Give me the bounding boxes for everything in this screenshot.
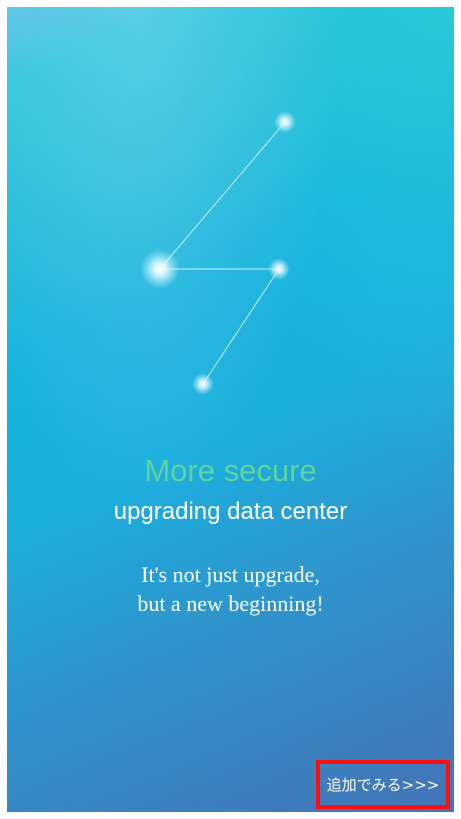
constellation-line (202, 268, 280, 385)
onboarding-screen: More secure upgrading data center It's n… (7, 7, 454, 812)
star-constellation-icon (140, 111, 296, 395)
tagline-line-2: but a new beginning! (137, 591, 324, 616)
star-icon (192, 373, 214, 395)
headline-title: More secure (144, 453, 317, 488)
star-icon (274, 111, 296, 133)
tagline-line-1: It's not just upgrade, (141, 562, 320, 587)
add-more-button[interactable]: 追加でみる>>> (316, 760, 450, 809)
tagline: It's not just upgrade, but a new beginni… (7, 560, 454, 618)
headline-subtitle: upgrading data center (113, 498, 348, 525)
star-icon (268, 258, 290, 280)
star-icon (140, 249, 180, 289)
constellation-line (159, 121, 286, 270)
